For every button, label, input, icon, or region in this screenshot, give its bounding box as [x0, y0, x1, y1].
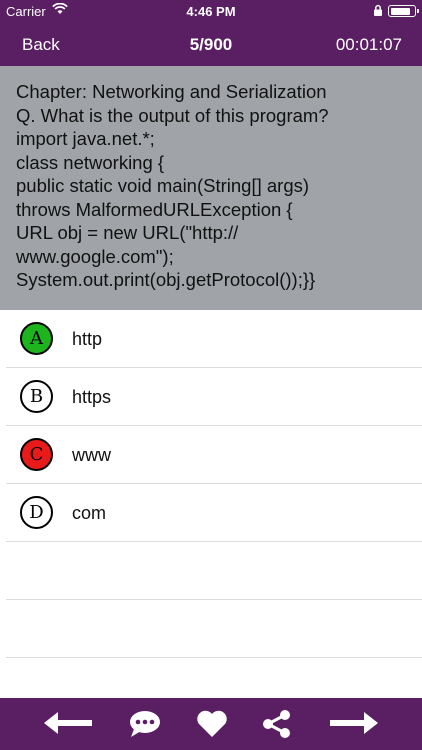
question-line: Q. What is the output of this program?: [16, 104, 329, 126]
question-line: throws MalformedURLException {: [16, 198, 293, 220]
nav-bar: Back 5/900 00:01:07: [0, 22, 422, 66]
option-a[interactable]: A http: [6, 310, 422, 368]
empty-row: [6, 542, 422, 600]
question-line: public static void main(String[] args): [16, 175, 310, 196]
question-line: System.out.print(obj.getProtocol());}}: [16, 269, 316, 290]
option-letter-badge: A: [20, 322, 53, 355]
option-text: com: [72, 503, 107, 523]
option-letter-badge: B: [20, 380, 53, 413]
answer-options: A http B https C www D com: [0, 310, 422, 658]
arrow-left-icon[interactable]: [42, 710, 94, 741]
share-icon[interactable]: [262, 710, 292, 743]
option-c[interactable]: C www: [6, 426, 422, 484]
battery-icon: [388, 5, 419, 17]
quiz-timer: 00:01:07: [335, 35, 402, 54]
option-text: http: [72, 329, 103, 349]
clock: 4:46 PM: [186, 4, 236, 19]
orientation-lock-icon: [372, 4, 384, 20]
question-panel: Chapter: Networking and Serialization Q.…: [0, 66, 422, 310]
status-bar: Carrier 4:46 PM: [0, 0, 422, 22]
question-line: www.google.com");: [16, 245, 174, 267]
question-line: Chapter: Networking and Serialization: [16, 81, 327, 102]
option-text: https: [72, 387, 112, 407]
question-line: URL obj = new URL("http://: [16, 222, 239, 243]
option-text: www: [72, 445, 111, 465]
empty-row: [6, 600, 422, 658]
comment-icon[interactable]: [128, 710, 162, 743]
question-line: import java.net.*;: [16, 128, 155, 149]
question-line: class networking {: [16, 151, 165, 173]
option-b[interactable]: B https: [6, 368, 422, 426]
option-d[interactable]: D com: [6, 484, 422, 542]
option-letter-badge: C: [20, 438, 53, 471]
heart-icon[interactable]: [196, 710, 228, 743]
option-letter-badge: D: [20, 496, 53, 529]
bottom-toolbar: [0, 698, 422, 750]
arrow-right-icon[interactable]: [328, 710, 380, 741]
